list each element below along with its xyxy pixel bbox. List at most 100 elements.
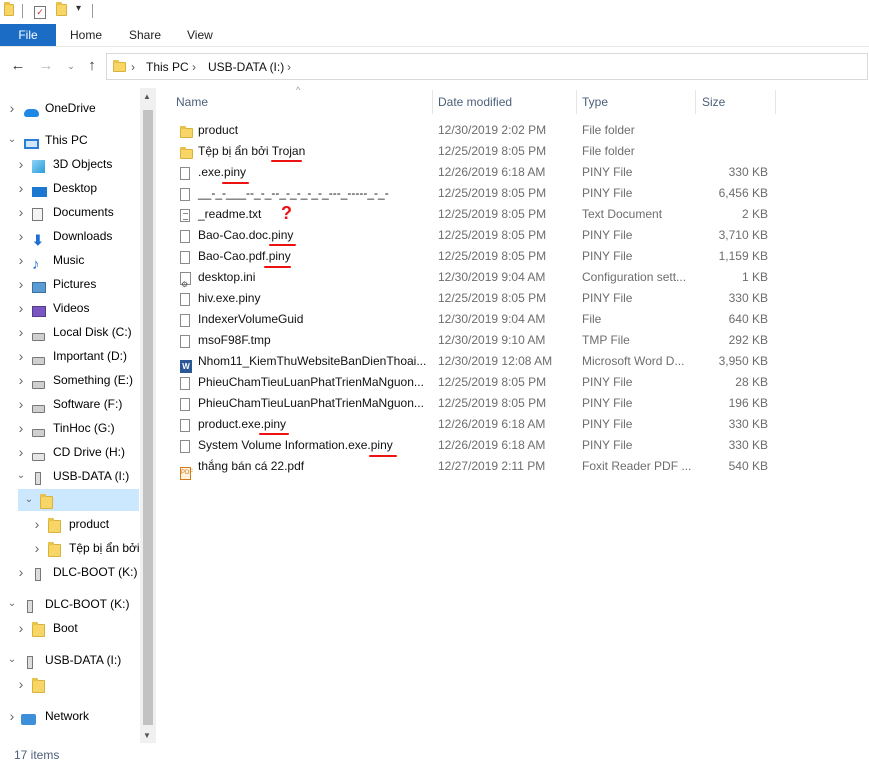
recent-locations-chevron-icon[interactable]: ⌄ [63,58,79,74]
chevron-right-icon[interactable]: › [16,369,26,391]
file-date-modified: 12/30/2019 9:04 AM [438,312,546,326]
file-row[interactable]: W Nhom11_KiemThuWebsiteBanDienThoai... 12/… [166,351,786,373]
file-name: PhieuChamTieuLuanPhatTrienMaNguon... [198,396,424,410]
column-divider[interactable] [775,90,776,114]
breadcrumb-separator-icon[interactable]: › [287,60,291,74]
tab-share[interactable]: Share [129,24,161,46]
breadcrumb-usb-data[interactable]: USB-DATA (I:) [208,60,284,74]
sidebar-item[interactable]: › Desktop [0,177,140,199]
file-row[interactable]: PhieuChamTieuLuanPhatTrienMaNguon... 12/2… [166,372,786,393]
chevron-right-icon[interactable]: › [32,513,42,535]
file-row[interactable]: _readme.txt 12/25/2019 8:05 PM Text Docume… [166,204,786,225]
annotation-underline [271,160,302,162]
chevron-right-icon[interactable]: › [16,345,26,367]
chevron-right-icon[interactable]: › [32,537,42,559]
file-row[interactable]: hiv.exe.piny 12/25/2019 8:05 PM PINY File 3… [166,288,786,309]
sidebar-item[interactable]: ⌄ DLC-BOOT (K:) [0,593,140,615]
sidebar-item[interactable]: › CD Drive (H:) [0,441,140,463]
chevron-right-icon[interactable]: › [16,393,26,415]
sidebar-item[interactable]: › TinHoc (G:) [0,417,140,439]
file-row[interactable]: Tệp bị ẩn bởi Trojan 12/25/2019 8:05 PM Fi… [166,141,786,162]
file-row[interactable]: Bao-Cao.pdf.piny 12/25/2019 8:05 PM PINY F… [166,246,786,267]
file-row[interactable]: product.exe.piny 12/26/2019 6:18 AM PINY F… [166,414,786,435]
forward-arrow-icon[interactable]: → [38,58,54,74]
file-name: .exe.piny [198,165,247,179]
tab-view[interactable]: View [187,24,213,46]
file-row[interactable]: PDF thắng bán cá 22.pdf 12/27/2019 2:11 PM… [166,456,786,480]
sidebar-item[interactable]: › [0,673,140,695]
file-row[interactable]: __-_-___--_-_--_-_-_-_-_---_-----_-_- 12/… [166,183,786,204]
chevron-right-icon[interactable]: › [16,441,26,463]
sidebar-item[interactable]: › Network [0,705,140,727]
chevron-right-icon[interactable]: › [16,225,26,247]
file-row[interactable]: Bao-Cao.doc.piny 12/25/2019 8:05 PM PINY F… [166,225,786,246]
chevron-right-icon[interactable]: › [16,417,26,439]
chevron-right-icon[interactable]: › [16,201,26,223]
chevron-right-icon[interactable]: › [16,153,26,175]
address-bar[interactable]: › This PC › USB-DATA (I:) › [106,53,868,80]
column-header-date-modified[interactable]: Date modified [438,95,512,109]
title-bar: ✓ ▾ [0,0,869,24]
scroll-up-icon[interactable]: ▲ [143,92,151,101]
chevron-right-icon[interactable]: › [16,273,26,295]
chevron-right-icon[interactable]: › [7,97,17,119]
sidebar-item[interactable]: › Boot [0,617,140,639]
breadcrumb-separator-icon[interactable]: › [131,60,135,74]
sidebar-item[interactable]: › Tệp bị ẩn bởi [0,537,140,559]
chevron-right-icon[interactable]: › [16,177,26,199]
chevron-right-icon[interactable]: › [16,297,26,319]
chevron-down-icon[interactable]: ⌄ [7,649,17,671]
new-folder-icon[interactable] [56,2,70,18]
sidebar-scrollbar-thumb[interactable] [143,110,153,725]
sidebar-item[interactable]: › Videos [0,297,140,319]
sidebar-item[interactable]: ⌄ This PC [0,129,140,151]
file-row[interactable]: .exe.piny 12/26/2019 6:18 AM PINY File 330 … [166,162,786,183]
sidebar-item[interactable]: › Local Disk (C:) [0,321,140,343]
chevron-right-icon[interactable]: › [7,705,17,727]
back-arrow-icon[interactable]: ← [10,58,26,74]
sidebar-item[interactable]: ⌄ USB-DATA (I:) [0,649,140,671]
tab-file[interactable]: File [0,24,56,46]
chevron-right-icon[interactable]: › [16,673,26,695]
column-divider[interactable] [576,90,577,114]
scroll-down-icon[interactable]: ▼ [143,731,151,740]
file-row[interactable]: IndexerVolumeGuid 12/30/2019 9:04 AM File 6… [166,309,786,330]
file-row[interactable]: product 12/30/2019 2:02 PM File folder [166,120,786,141]
chevron-right-icon[interactable]: › [16,561,26,583]
sidebar-item[interactable]: › Important (D:) [0,345,140,367]
column-divider[interactable] [432,90,433,114]
sidebar-item[interactable]: › OneDrive [0,97,140,119]
sidebar-item[interactable]: › Software (F:) [0,393,140,415]
up-arrow-icon[interactable]: ↑ [84,58,100,74]
file-row[interactable]: System Volume Information.exe.piny 12/26/… [166,435,786,456]
column-header-size[interactable]: Size [702,95,725,109]
properties-icon[interactable]: ✓ [34,4,48,19]
column-header-type[interactable]: Type [582,95,608,109]
sidebar-item[interactable]: ⌄ USB-DATA (I:) [0,465,140,487]
sidebar-item[interactable]: › DLC-BOOT (K:) [0,561,140,583]
column-header-name[interactable]: Name [176,95,208,109]
file-row[interactable]: desktop.ini 12/30/2019 9:04 AM Configurati… [166,267,786,295]
chevron-down-icon[interactable]: ⌄ [7,593,17,615]
chevron-down-icon[interactable]: ⌄ [24,489,34,511]
sidebar-item[interactable]: › Pictures [0,273,140,295]
sidebar-item[interactable]: › product [0,513,140,535]
sidebar-item[interactable]: › 3D Objects [0,153,140,175]
sidebar-item[interactable]: ⌄ [18,489,139,511]
customize-quick-access-icon[interactable]: ▾ [76,3,81,14]
column-divider[interactable] [695,90,696,114]
file-row[interactable]: msoF98F.tmp 12/30/2019 9:10 AM TMP File 292… [166,330,786,351]
file-row[interactable]: PhieuChamTieuLuanPhatTrienMaNguon... 12/2… [166,393,786,414]
breadcrumb-this-pc[interactable]: This PC [146,60,189,74]
sidebar-item[interactable]: › ⬇ Downloads [0,225,140,247]
chevron-down-icon[interactable]: ⌄ [16,465,26,487]
chevron-down-icon[interactable]: ⌄ [7,129,17,151]
sidebar-item[interactable]: › Documents [0,201,140,223]
sidebar-item[interactable]: › Something (E:) [0,369,140,391]
chevron-right-icon[interactable]: › [16,249,26,271]
sidebar-item[interactable]: › ♪ Music [0,249,140,272]
chevron-right-icon[interactable]: › [16,617,26,639]
chevron-right-icon[interactable]: › [16,321,26,343]
breadcrumb-separator-icon[interactable]: › [192,60,196,74]
tab-home[interactable]: Home [70,24,102,46]
